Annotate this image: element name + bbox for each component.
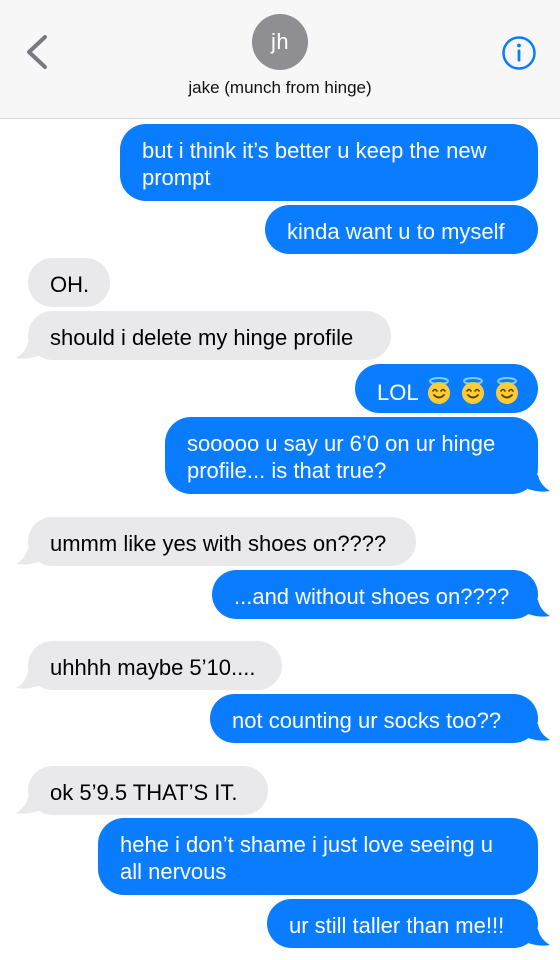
avatar[interactable]: jh xyxy=(252,14,308,70)
smiling-face-with-halo-icon xyxy=(495,377,518,404)
received-message[interactable]: should i delete my hinge profile xyxy=(28,311,391,360)
info-icon xyxy=(502,36,536,70)
received-message[interactable]: ummm like yes with shoes on???? xyxy=(28,517,416,566)
bubble-tail xyxy=(528,475,550,492)
received-message[interactable]: ok 5’9.5 THAT’S IT. xyxy=(28,766,268,815)
bubble-tail xyxy=(16,797,38,814)
smiling-face-with-halo-icon xyxy=(427,377,450,404)
chevron-left-icon xyxy=(27,35,47,69)
received-message[interactable]: OH. xyxy=(28,258,110,307)
sent-message[interactable]: ...and without shoes on???? xyxy=(212,570,538,619)
sent-message[interactable]: sooooo u say ur 6’0 on ur hinge profile.… xyxy=(165,417,538,494)
sent-message[interactable]: not counting ur socks too?? xyxy=(210,694,538,743)
received-message[interactable]: uhhhh maybe 5’10.... xyxy=(28,641,282,690)
bubble-tail xyxy=(16,548,38,565)
sent-message[interactable]: LOL xyxy=(355,364,538,413)
sent-message[interactable]: kinda want u to myself xyxy=(265,205,538,254)
sent-message[interactable]: ur still taller than me!!! xyxy=(267,899,538,948)
sent-message[interactable]: hehe i don’t shame i just love seeing u … xyxy=(98,818,538,895)
back-button[interactable] xyxy=(18,30,58,74)
bubble-tail xyxy=(528,724,550,741)
smiling-face-with-halo-icon xyxy=(461,377,484,404)
conversation-header: jh jake (munch from hinge) xyxy=(0,0,560,119)
bubble-tail xyxy=(16,672,38,689)
message-text: LOL xyxy=(377,380,419,405)
bubble-tail xyxy=(528,929,550,946)
bubble-tail xyxy=(16,342,38,359)
sent-message[interactable]: but i think it’s better u keep the new p… xyxy=(120,124,538,201)
info-button[interactable] xyxy=(501,35,537,71)
contact-name[interactable]: jake (munch from hinge) xyxy=(0,78,560,98)
bubble-tail xyxy=(528,600,550,617)
